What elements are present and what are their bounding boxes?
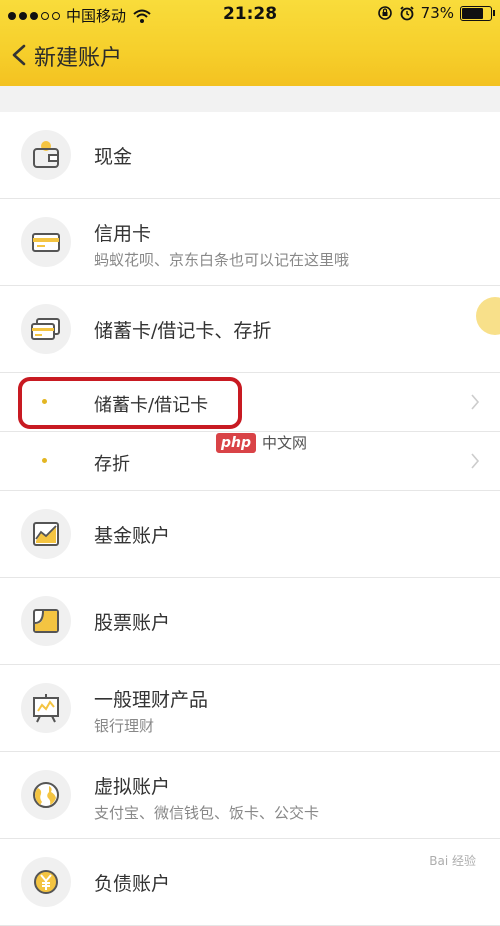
yen-coin-icon bbox=[21, 857, 71, 907]
php-site-text: 中文网 bbox=[262, 434, 308, 452]
fund-chart-icon bbox=[21, 509, 71, 559]
credit-card-icon bbox=[21, 217, 71, 267]
stock-chart-icon bbox=[21, 596, 71, 646]
nav-bar: 新建账户 bbox=[0, 30, 500, 80]
account-row-fund[interactable]: 基金账户 bbox=[0, 491, 500, 578]
account-title: 虚拟账户 bbox=[94, 776, 171, 798]
account-row-debt[interactable]: 负债账户 bbox=[0, 839, 500, 926]
account-subtitle: 支付宝、微信钱包、饭卡、公交卡 bbox=[94, 804, 320, 822]
account-title: 一般理财产品 bbox=[94, 689, 209, 711]
account-subtitle: 银行理财 bbox=[94, 717, 155, 735]
account-title: 负债账户 bbox=[94, 873, 171, 895]
highlight-annotation bbox=[18, 377, 242, 429]
top-bar: 中国移动 21:28 73% 新建账户 bbox=[0, 0, 500, 86]
section-spacer bbox=[0, 86, 500, 112]
chevron-right-icon bbox=[471, 453, 480, 469]
presentation-board-icon bbox=[21, 683, 71, 733]
alarm-icon bbox=[400, 6, 414, 21]
account-title: 现金 bbox=[94, 146, 133, 168]
account-row-credit-card[interactable]: 信用卡 蚂蚁花呗、京东白条也可以记在这里哦 bbox=[0, 199, 500, 286]
option-title: 存折 bbox=[94, 454, 130, 475]
battery-icon bbox=[460, 5, 495, 21]
bullet-icon bbox=[42, 458, 47, 463]
rotation-lock-icon bbox=[377, 6, 392, 20]
account-title: 基金账户 bbox=[94, 525, 171, 547]
baidu-watermark: Bai 经验 bbox=[429, 854, 476, 868]
chevron-right-icon bbox=[471, 394, 480, 410]
account-type-list: 现金 信用卡 蚂蚁花呗、京东白条也可以记在这里哦 储蓄卡/借记卡、存折 储蓄卡/ bbox=[0, 112, 500, 926]
page-title: 新建账户 bbox=[34, 46, 123, 71]
account-row-virtual[interactable]: 虚拟账户 支付宝、微信钱包、饭卡、公交卡 bbox=[0, 752, 500, 839]
account-title: 信用卡 bbox=[94, 223, 152, 245]
account-title: 股票账户 bbox=[94, 612, 171, 634]
php-watermark: php 中文网 bbox=[216, 432, 307, 453]
status-bar: 中国移动 21:28 73% bbox=[0, 0, 500, 30]
battery-percent: 73% bbox=[420, 4, 454, 22]
debit-cards-icon bbox=[21, 304, 71, 354]
globe-icon bbox=[21, 770, 71, 820]
account-row-stock[interactable]: 股票账户 bbox=[0, 578, 500, 665]
wallet-icon bbox=[21, 130, 71, 180]
account-row-cash[interactable]: 现金 bbox=[0, 112, 500, 199]
account-row-wealth[interactable]: 一般理财产品 银行理财 bbox=[0, 665, 500, 752]
account-title: 储蓄卡/借记卡、存折 bbox=[94, 320, 272, 342]
account-row-debit[interactable]: 储蓄卡/借记卡、存折 bbox=[0, 286, 500, 373]
account-subtitle: 蚂蚁花呗、京东白条也可以记在这里哦 bbox=[94, 251, 350, 269]
back-chevron-icon[interactable] bbox=[10, 44, 28, 66]
php-logo: php bbox=[216, 432, 257, 453]
